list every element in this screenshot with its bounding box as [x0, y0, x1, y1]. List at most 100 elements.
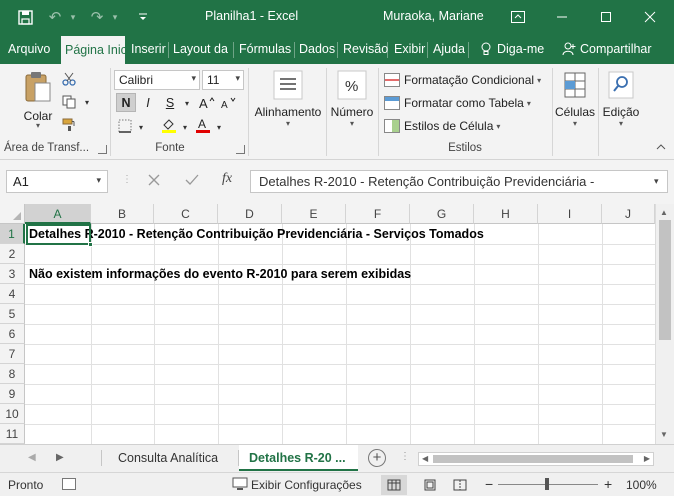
column-header-j[interactable]: J — [602, 204, 655, 224]
tab-split-grip-icon[interactable]: ⋮ — [400, 451, 410, 462]
font-color-dropdown-icon[interactable]: ▾ — [210, 118, 228, 136]
enter-formula-icon[interactable] — [185, 173, 199, 189]
column-header-e[interactable]: E — [282, 204, 346, 224]
row-header-1[interactable]: 1 — [0, 224, 25, 244]
page-layout-view-icon[interactable] — [417, 475, 443, 495]
scroll-right-icon[interactable]: ▶ — [644, 454, 650, 463]
conditional-formatting-button[interactable]: Formatação Condicional ▾ — [384, 70, 541, 90]
name-box[interactable]: A1 ▾ — [6, 170, 108, 193]
editing-button[interactable]: Edição ▾ — [600, 70, 642, 128]
column-header-b[interactable]: B — [91, 204, 154, 224]
bold-button[interactable]: N — [116, 93, 136, 112]
column-header-h[interactable]: H — [474, 204, 538, 224]
paste-button[interactable]: Colar ▾ — [20, 70, 56, 130]
row-header-7[interactable]: 7 — [0, 344, 25, 364]
save-icon[interactable] — [14, 6, 36, 28]
fill-handle[interactable] — [88, 242, 93, 247]
underline-button[interactable]: S — [160, 93, 180, 112]
zoom-level[interactable]: 100% — [626, 478, 657, 492]
insert-function-icon[interactable]: fx — [222, 171, 232, 187]
zoom-in-icon[interactable]: + — [604, 476, 612, 492]
scroll-down-icon[interactable]: ▼ — [660, 430, 668, 439]
select-all-button[interactable] — [0, 204, 25, 224]
sheet-tab-detalhes[interactable]: Detalhes R-20 ... — [239, 445, 358, 471]
add-sheet-icon[interactable]: + — [368, 449, 386, 467]
cut-icon[interactable] — [60, 70, 78, 88]
formula-input[interactable]: Detalhes R-2010 - Retenção Contribuição … — [250, 170, 668, 193]
editing-dropdown-icon[interactable]: ▾ — [600, 119, 642, 128]
tab-ajuda[interactable]: Ajuda — [429, 34, 469, 64]
borders-dropdown-icon[interactable]: ▾ — [132, 118, 150, 136]
expand-formula-bar-icon[interactable]: ▾ — [654, 176, 659, 187]
copy-dropdown-icon[interactable]: ▾ — [78, 93, 96, 111]
tab-pagina-inicial[interactable]: Página Inic — [61, 36, 125, 64]
alignment-button[interactable]: Alinhamento ▾ — [252, 70, 324, 128]
display-settings-label[interactable]: Exibir Configurações — [251, 478, 362, 492]
name-box-dropdown-icon[interactable]: ▾ — [96, 175, 101, 186]
ribbon-display-options-icon[interactable] — [496, 0, 540, 34]
horizontal-scrollbar[interactable]: ◀ ▶ — [418, 452, 654, 466]
cells-dropdown-icon[interactable]: ▾ — [554, 119, 596, 128]
column-header-c[interactable]: C — [154, 204, 218, 224]
worksheet-grid[interactable]: A B C D E F G H I J 1 2 3 4 5 6 7 8 9 10… — [0, 204, 674, 444]
decrease-font-icon[interactable]: A — [220, 94, 238, 112]
previous-sheet-icon[interactable]: ◀ — [28, 452, 36, 463]
number-button[interactable]: % Número ▾ — [328, 70, 376, 128]
increase-font-icon[interactable]: A — [198, 94, 216, 112]
redo-dropdown-icon[interactable]: ▾ — [104, 6, 126, 28]
row-header-10[interactable]: 10 — [0, 404, 25, 424]
column-header-a[interactable]: A — [25, 204, 91, 224]
minimize-icon[interactable] — [540, 0, 584, 34]
format-painter-icon[interactable] — [60, 116, 78, 134]
normal-view-icon[interactable] — [381, 475, 407, 495]
row-header-6[interactable]: 6 — [0, 324, 25, 344]
zoom-out-icon[interactable]: − — [485, 476, 493, 492]
cell-styles-button[interactable]: Estilos de Célula ▾ — [384, 116, 500, 136]
scroll-left-icon[interactable]: ◀ — [422, 454, 428, 463]
scroll-up-icon[interactable]: ▲ — [660, 208, 668, 217]
column-header-g[interactable]: G — [410, 204, 474, 224]
vertical-scrollbar[interactable]: ▲ ▼ — [655, 204, 674, 444]
horizontal-scroll-thumb[interactable] — [433, 455, 633, 463]
column-header-d[interactable]: D — [218, 204, 282, 224]
undo-dropdown-icon[interactable]: ▾ — [62, 6, 84, 28]
cell-mode-icon[interactable] — [62, 478, 76, 490]
page-break-view-icon[interactable] — [447, 475, 473, 495]
tab-formulas[interactable]: Fórmulas — [235, 34, 295, 64]
collapse-ribbon-icon[interactable] — [652, 138, 670, 156]
copy-icon[interactable] — [60, 93, 78, 111]
tab-exibir[interactable]: Exibir — [390, 34, 429, 64]
italic-button[interactable]: I — [138, 93, 158, 112]
underline-dropdown-icon[interactable]: ▾ — [178, 94, 196, 112]
next-sheet-icon[interactable]: ▶ — [56, 452, 64, 463]
number-dropdown-icon[interactable]: ▾ — [328, 119, 376, 128]
fill-color-dropdown-icon[interactable]: ▾ — [176, 118, 194, 136]
row-header-3[interactable]: 3 — [0, 264, 25, 284]
font-launcher-icon[interactable] — [236, 145, 245, 154]
tab-diga-me[interactable]: Diga-me — [476, 34, 548, 64]
clipboard-launcher-icon[interactable] — [98, 145, 107, 154]
row-header-5[interactable]: 5 — [0, 304, 25, 324]
column-header-i[interactable]: I — [538, 204, 602, 224]
zoom-slider-thumb[interactable] — [545, 478, 549, 490]
tab-arquivo[interactable]: Arquivo — [4, 34, 54, 64]
customize-qat-icon[interactable] — [132, 6, 154, 28]
row-header-2[interactable]: 2 — [0, 244, 25, 264]
column-header-f[interactable]: F — [346, 204, 410, 224]
close-icon[interactable] — [628, 0, 672, 34]
row-header-4[interactable]: 4 — [0, 284, 25, 304]
vertical-scroll-thumb[interactable] — [659, 220, 671, 340]
cancel-formula-icon[interactable] — [148, 173, 160, 189]
row-header-11[interactable]: 11 — [0, 424, 25, 444]
user-name[interactable]: Muraoka, Mariane — [383, 9, 484, 23]
tab-revisao[interactable]: Revisão — [339, 34, 392, 64]
font-size-select[interactable]: 11 ▾ — [202, 70, 244, 90]
cell-a1[interactable]: Detalhes R-2010 - Retenção Contribuição … — [29, 224, 484, 244]
tab-layout[interactable]: Layout da — [169, 34, 231, 64]
row-header-8[interactable]: 8 — [0, 364, 25, 384]
format-as-table-button[interactable]: Formatar como Tabela ▾ — [384, 93, 531, 113]
display-settings-icon[interactable] — [232, 477, 248, 494]
tab-inserir[interactable]: Inserir — [127, 34, 170, 64]
sheet-tab-consulta-analitica[interactable]: Consulta Analítica — [108, 445, 236, 471]
font-family-select[interactable]: Calibri ▾ — [114, 70, 200, 90]
